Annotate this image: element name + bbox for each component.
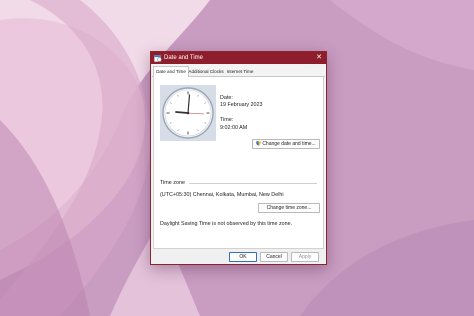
change-date-time-button[interactable]: Change date and time... xyxy=(252,139,320,149)
tab-panel: Date: 19 February 2023 Time: 9:02:00 AM … xyxy=(153,77,324,249)
tab-additional-clocks[interactable]: Additional Clocks xyxy=(188,67,224,76)
analog-clock-icon xyxy=(162,87,214,139)
date-time-icon xyxy=(154,55,162,62)
tab-strip: Date and Time Additional Clocks Internet… xyxy=(152,66,325,77)
ok-button[interactable]: OK xyxy=(229,252,257,262)
time-label: Time: xyxy=(220,117,234,123)
time-zone-value: (UTC+05:30) Chennai, Kolkata, Mumbai, Ne… xyxy=(160,192,284,198)
apply-button[interactable]: Apply xyxy=(291,252,319,262)
window-title: Date and Time xyxy=(164,55,204,61)
change-time-zone-button[interactable]: Change time zone... xyxy=(258,203,320,213)
date-value: 19 February 2023 xyxy=(220,102,263,108)
date-time-dialog: Date and Time ✕ Date and Time Additional… xyxy=(150,51,327,265)
dialog-footer: OK Cancel Apply xyxy=(151,249,326,264)
close-button[interactable]: ✕ xyxy=(315,52,323,64)
date-label: Date: xyxy=(220,95,233,101)
section-divider xyxy=(189,183,317,184)
change-date-time-label: Change date and time... xyxy=(262,141,316,147)
tab-date-and-time[interactable]: Date and Time xyxy=(153,66,189,77)
uac-shield-icon xyxy=(256,141,262,146)
time-value: 9:02:00 AM xyxy=(220,125,248,131)
cancel-button[interactable]: Cancel xyxy=(260,252,288,262)
time-zone-heading: Time zone xyxy=(160,180,185,186)
clock-frame xyxy=(160,85,216,141)
dst-note: Daylight Saving Time is not observed by … xyxy=(160,221,293,227)
title-bar[interactable]: Date and Time ✕ xyxy=(151,52,326,64)
tab-internet-time[interactable]: Internet Time xyxy=(225,67,255,76)
